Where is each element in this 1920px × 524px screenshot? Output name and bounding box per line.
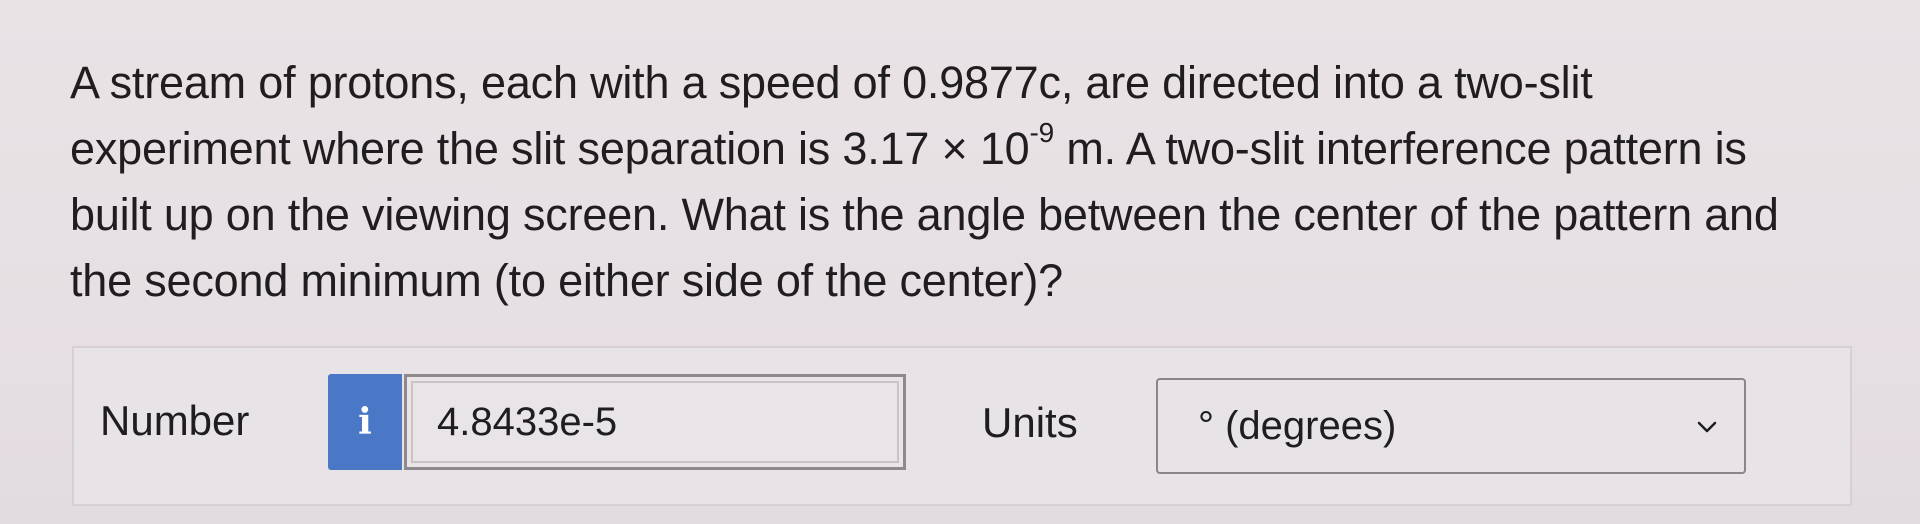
- units-selected-value: ° (degrees): [1198, 404, 1397, 448]
- units-label: Units: [982, 399, 1078, 446]
- chevron-down-icon: [1697, 421, 1717, 433]
- info-icon: i: [358, 401, 372, 443]
- info-button[interactable]: i: [328, 374, 402, 470]
- number-input[interactable]: [404, 374, 906, 470]
- answer-panel: Number i Units ° (degrees): [72, 346, 1852, 506]
- exponent: -9: [1029, 117, 1055, 148]
- question-line-1: A stream of protons, each with a speed o…: [70, 57, 1593, 108]
- units-select[interactable]: ° (degrees): [1156, 378, 1746, 474]
- question-line-2-end: m. A two-slit interference pattern is: [1054, 123, 1747, 174]
- number-label: Number: [100, 397, 250, 444]
- question-line-4: the second minimum (to either side of th…: [70, 255, 1063, 306]
- question-line-3: built up on the viewing screen. What is …: [70, 189, 1779, 240]
- question-line-2-start: experiment where the slit separation is …: [70, 123, 1030, 174]
- question-text: A stream of protons, each with a speed o…: [70, 50, 1870, 314]
- question-line-2: experiment where the slit separation is …: [70, 116, 1870, 182]
